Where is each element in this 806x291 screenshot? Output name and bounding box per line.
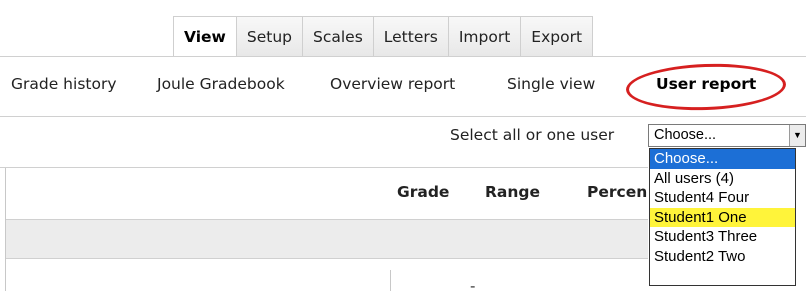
column-header-range[interactable]: Range xyxy=(485,183,540,201)
column-header-percentage[interactable]: Percen xyxy=(587,183,647,201)
annotation-ellipse xyxy=(625,61,787,113)
tab-letters[interactable]: Letters xyxy=(372,16,449,56)
user-select-dropdown: Choose... All users (4) Student4 Four St… xyxy=(649,148,796,286)
tab-import[interactable]: Import xyxy=(447,16,522,56)
subnav-single-view[interactable]: Single view xyxy=(507,75,595,93)
tab-bar-divider xyxy=(0,56,806,57)
tab-bar: View Setup Scales Letters Import Export xyxy=(173,16,594,56)
user-option-all-users[interactable]: All users (4) xyxy=(650,169,795,189)
subnav-divider xyxy=(0,116,806,117)
column-header-grade[interactable]: Grade xyxy=(397,183,449,201)
chevron-down-icon[interactable]: ▼ xyxy=(789,125,805,146)
user-select[interactable]: Choose... ▼ xyxy=(648,124,806,147)
subnav-joule-gradebook[interactable]: Joule Gradebook xyxy=(157,75,285,93)
table-row-divider xyxy=(6,258,648,259)
user-option-student3[interactable]: Student3 Three xyxy=(650,227,795,247)
tab-setup[interactable]: Setup xyxy=(235,16,303,56)
tab-scales[interactable]: Scales xyxy=(302,16,374,56)
user-option-student1[interactable]: Student1 One xyxy=(650,207,795,227)
subnav-overview-report[interactable]: Overview report xyxy=(330,75,455,93)
table-cell-border xyxy=(390,270,391,291)
user-option-student2[interactable]: Student2 Two xyxy=(650,247,795,267)
select-row-divider xyxy=(0,167,648,168)
table-row xyxy=(6,220,648,258)
select-user-label: Select all or one user xyxy=(450,126,615,144)
tab-view[interactable]: View xyxy=(173,16,237,56)
user-option-choose[interactable]: Choose... xyxy=(650,149,795,169)
subnav-grade-history[interactable]: Grade history xyxy=(11,75,117,93)
tab-export[interactable]: Export xyxy=(520,16,594,56)
user-option-student4[interactable]: Student4 Four xyxy=(650,188,795,208)
range-cell-value: - xyxy=(470,277,476,291)
user-select-value: Choose... xyxy=(654,127,717,143)
